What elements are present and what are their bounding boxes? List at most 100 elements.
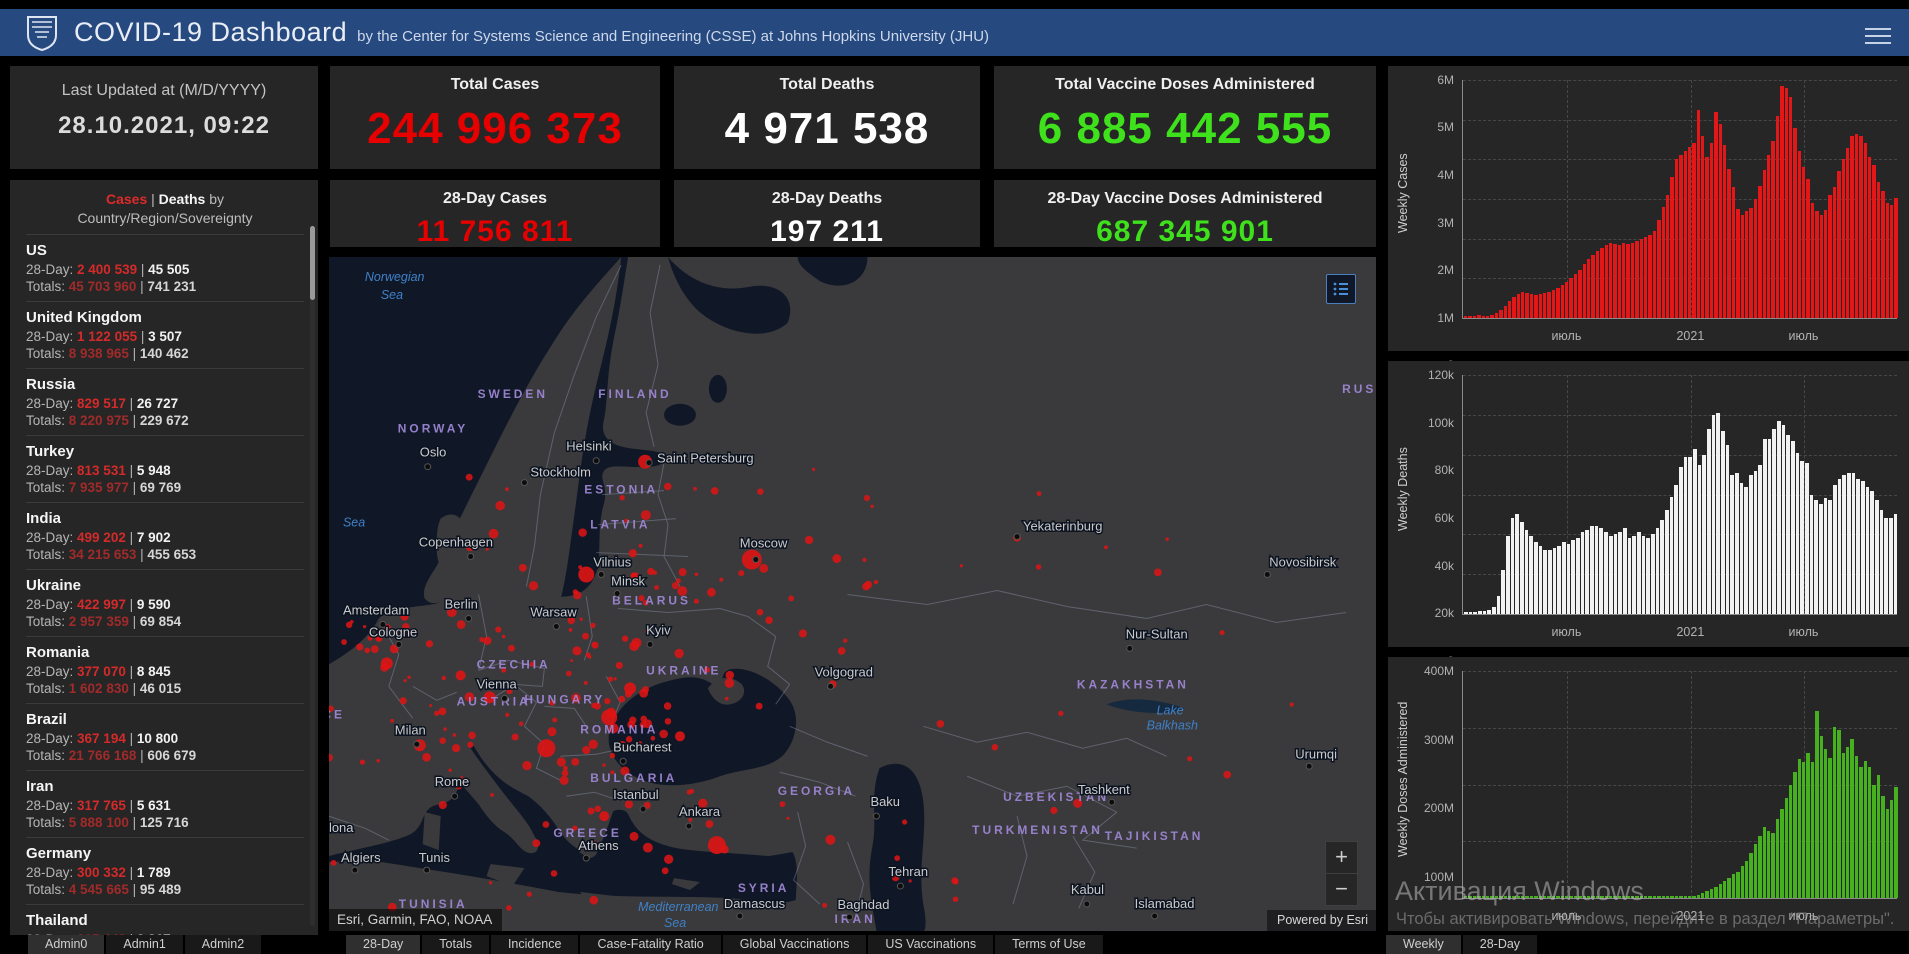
svg-text:Vilnius: Vilnius: [593, 555, 631, 570]
country-28day-line: 28-Day: 499 202 | 7 902: [26, 530, 171, 545]
map-zoom-out-button[interactable]: −: [1325, 873, 1358, 906]
country-row[interactable]: India 28-Day: 499 202 | 7 902 Totals: 34 2…: [26, 502, 304, 569]
plot-area: [1462, 671, 1898, 899]
tab-28-day[interactable]: 28-Day: [346, 935, 421, 954]
country-row[interactable]: Ukraine 28-Day: 422 997 | 9 590 Totals: 2 …: [26, 569, 304, 636]
svg-text:Sea: Sea: [664, 916, 686, 930]
y-tick-label: 200M: [1423, 801, 1454, 815]
tab-terms-of-use[interactable]: Terms of Use: [995, 935, 1103, 954]
header-deaths: Deaths: [158, 191, 206, 207]
map-metric-tabs: 28-Day Totals Incidence Case-Fatality Ratio…: [346, 935, 1103, 954]
y-tick-label: 5M: [1437, 120, 1454, 135]
country-totals-line: Totals: 1 602 830 | 46 015: [26, 681, 182, 696]
jhu-logo-icon: [27, 15, 57, 51]
total-deaths-panel: Total Deaths 4 971 538: [674, 66, 980, 169]
legend-button[interactable]: [1326, 274, 1356, 304]
country-row[interactable]: US 28-Day: 2 400 539 | 45 505 Totals: 45 7…: [26, 234, 304, 301]
svg-text:Athens: Athens: [578, 838, 619, 853]
tab-totals[interactable]: Totals: [422, 935, 489, 954]
total-deaths-label: Total Deaths: [779, 76, 875, 93]
svg-text:NORWAY: NORWAY: [398, 422, 468, 436]
tab-incidence[interactable]: Incidence: [490, 935, 579, 954]
y-tick-label: 1M: [1437, 310, 1454, 325]
svg-text:BELARUS: BELARUS: [612, 593, 691, 607]
country-row[interactable]: Iran 28-Day: 317 765 | 5 631 Totals: 5 888…: [26, 770, 304, 837]
country-28day-line: 28-Day: 813 531 | 5 948: [26, 463, 171, 478]
country-28day-line: 28-Day: 2 400 539 | 45 505: [26, 262, 190, 277]
country-row[interactable]: United Kingdom 28-Day: 1 122 055 | 3 507 T…: [26, 301, 304, 368]
y-tick-label: 120k: [1427, 368, 1454, 382]
day28-cases-value: 11 756 811: [416, 215, 574, 248]
country-totals-line: Totals: 34 215 653 | 455 653: [26, 547, 197, 562]
country-row[interactable]: Brazil 28-Day: 367 194 | 10 800 Totals: 21…: [26, 703, 304, 770]
svg-text:IRAN: IRAN: [835, 912, 876, 926]
tab-weekly[interactable]: Weekly: [1386, 935, 1461, 954]
tab-admin1[interactable]: Admin1: [106, 935, 183, 954]
scrollbar-track[interactable]: [310, 226, 315, 926]
x-tick-label: июль: [1551, 329, 1582, 343]
weekly-cases-chart: Weekly Cases6M5M4M3M2M1M0июль2021июль: [1388, 66, 1909, 372]
country-28day-line: 28-Day: 422 997 | 9 590: [26, 597, 171, 612]
svg-text:FRANCE: FRANCE: [329, 707, 345, 721]
country-name: Brazil: [26, 711, 67, 728]
tab-admin0[interactable]: Admin0: [28, 935, 105, 954]
country-row[interactable]: Germany 28-Day: 300 332 | 1 789 Totals: 4 …: [26, 837, 304, 904]
svg-text:TAJIKISTAN: TAJIKISTAN: [1105, 829, 1204, 843]
menu-icon[interactable]: [1865, 23, 1891, 44]
world-map[interactable]: NORWAY SWEDEN FINLAND ESTONIA LATVIA BELARUS U…: [329, 257, 1376, 931]
country-name: Romania: [26, 644, 90, 661]
total-cases-panel: Total Cases 244 996 373: [330, 66, 660, 169]
tab-admin2[interactable]: Admin2: [184, 935, 262, 954]
total-deaths-value: 4 971 538: [724, 104, 930, 153]
svg-text:Amsterdam: Amsterdam: [343, 602, 409, 617]
country-row[interactable]: Romania 28-Day: 377 070 | 8 845 Totals: 1 …: [26, 636, 304, 703]
svg-text:Saint Petersburg: Saint Petersburg: [657, 451, 754, 466]
y-tick-label: 80k: [1434, 463, 1454, 478]
svg-text:LATVIA: LATVIA: [590, 518, 650, 532]
country-name: Germany: [26, 845, 92, 862]
tab-28-day[interactable]: 28-Day: [1462, 935, 1538, 954]
map-zoom-in-button[interactable]: +: [1325, 841, 1358, 874]
svg-text:Kabul: Kabul: [1071, 882, 1104, 897]
country-name: US: [26, 242, 47, 259]
day28-deaths-panel: 28-Day Deaths 197 211: [674, 180, 980, 248]
svg-text:Volgograd: Volgograd: [815, 664, 873, 679]
map-panel[interactable]: NORWAY SWEDEN FINLAND ESTONIA LATVIA BELARUS U…: [329, 257, 1376, 931]
country-28day-line: 28-Day: 829 517 | 26 727: [26, 396, 179, 411]
y-tick-label: 4M: [1437, 167, 1454, 182]
country-28day-line: 28-Day: 300 332 | 1 789: [26, 865, 171, 880]
scrollbar-thumb[interactable]: [310, 226, 315, 300]
tab-us-vaccinations[interactable]: US Vaccinations: [868, 935, 994, 954]
svg-text:AUSTRIA: AUSTRIA: [457, 694, 531, 708]
x-tick-label: июль: [1788, 625, 1819, 639]
plot-area: [1462, 375, 1898, 615]
svg-text:Damascus: Damascus: [724, 896, 786, 911]
svg-text:Tashkent: Tashkent: [1078, 782, 1130, 797]
tab-case-fatality-ratio[interactable]: Case-Fatality Ratio: [580, 935, 721, 954]
total-cases-value: 244 996 373: [367, 104, 623, 153]
header-cases: Cases: [105, 191, 148, 207]
day28-vaccines-label: 28-Day Vaccine Doses Administered: [1047, 190, 1323, 207]
country-28day-line: 28-Day: 377 070 | 8 845: [26, 664, 171, 679]
svg-text:HUNGARY: HUNGARY: [524, 692, 605, 706]
last-updated-panel: Last Updated at (M/D/YYYY) 28.10.2021, 0…: [10, 66, 318, 169]
country-row[interactable]: Russia 28-Day: 829 517 | 26 727 Totals: 8 …: [26, 368, 304, 435]
country-name: Turkey: [26, 443, 75, 460]
day28-vaccines-panel: 28-Day Vaccine Doses Administered 687 34…: [994, 180, 1376, 248]
svg-text:Islamabad: Islamabad: [1135, 896, 1195, 911]
last-updated-label: Last Updated at (M/D/YYYY): [61, 82, 267, 99]
country-totals-line: Totals: 2 957 359 | 69 854: [26, 614, 182, 629]
country-name: Thailand: [26, 912, 88, 929]
svg-text:Balkhash: Balkhash: [1147, 718, 1198, 732]
svg-text:Nur-Sultan: Nur-Sultan: [1126, 626, 1188, 641]
app-header: COVID-19 Dashboard by the Center for Sys…: [0, 9, 1909, 56]
country-row[interactable]: Thailand28-Day: 295 448 | 2 367Totals: 1…: [26, 904, 304, 935]
country-entries: US 28-Day: 2 400 539 | 45 505 Totals: 45 7…: [26, 234, 304, 935]
country-totals-line: Totals: 8 938 965 | 140 462: [26, 346, 189, 361]
tab-global-vaccinations[interactable]: Global Vaccinations: [722, 935, 867, 954]
day28-deaths-label: 28-Day Deaths: [771, 190, 883, 207]
chart-period-tabs: Weekly 28-Day: [1386, 935, 1538, 954]
country-28day-line: 28-Day: 1 122 055 | 3 507: [26, 329, 182, 344]
country-row[interactable]: Turkey 28-Day: 813 531 | 5 948 Totals: 7 9…: [26, 435, 304, 502]
day28-vaccines-value: 687 345 901: [1096, 215, 1274, 248]
